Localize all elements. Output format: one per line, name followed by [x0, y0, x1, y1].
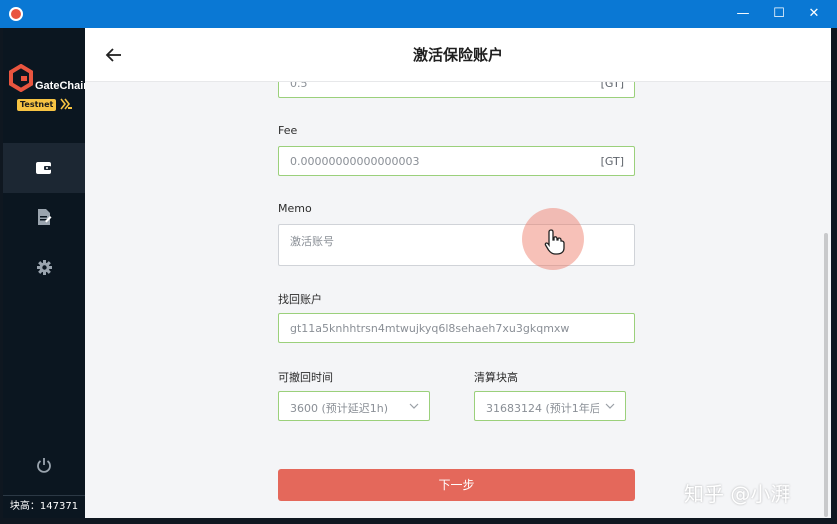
wallet-icon	[36, 162, 51, 174]
next-button[interactable]: 下一步	[278, 469, 635, 501]
chevron-down-icon	[409, 403, 419, 409]
recovery-account-value: gt11a5knhhtrsn4mtwujkyq6l8sehaeh7xu3gkqm…	[290, 322, 570, 335]
close-button[interactable]: ✕	[797, 0, 831, 28]
title-bar[interactable]: — ☐ ✕	[0, 0, 837, 28]
hand-cursor-icon	[544, 229, 565, 255]
revocation-time-label: 可撤回时间	[278, 371, 333, 384]
clearing-height-label: 清算块高	[474, 371, 518, 384]
fee-label: Fee	[278, 124, 298, 137]
minimize-button[interactable]: —	[726, 0, 760, 28]
recovery-account-label: 找回账户	[278, 293, 322, 306]
header-mask: 激活保险账户	[85, 28, 831, 82]
memo-label: Memo	[278, 202, 312, 215]
records-icon	[38, 209, 52, 225]
app-icon	[9, 7, 23, 21]
revocation-time-select[interactable]: 3600 (预计延迟1h)	[278, 391, 430, 421]
settings-icon	[36, 259, 52, 275]
page-title: 激活保险账户	[412, 46, 503, 64]
clearing-height-value: 31683124 (预计1年后清	[486, 402, 599, 415]
fee-input[interactable]: 0.00000000000000003 [GT]	[278, 146, 635, 176]
nav-power[interactable]	[3, 440, 85, 490]
clearing-height-select[interactable]: 31683124 (预计1年后清	[474, 391, 626, 421]
revocation-time-value: 3600 (预计延迟1h)	[290, 402, 389, 415]
gatechain-logo-icon	[9, 64, 33, 92]
fee-value: 0.00000000000000003	[290, 155, 420, 168]
chevron-down-icon	[605, 403, 615, 409]
network-badge: Testnet	[17, 99, 57, 111]
recovery-account-input[interactable]: gt11a5knhhtrsn4mtwujkyq6l8sehaeh7xu3gkqm…	[278, 313, 635, 343]
maximize-button[interactable]: ☐	[762, 0, 796, 28]
main-content: 激活保险账户 0.5 [GT] 激活保险账户 Fee 0.00000000000…	[85, 28, 831, 518]
watermark: 知乎 @小湃	[684, 482, 791, 506]
power-icon	[37, 458, 51, 473]
brand-name: GateChain	[35, 80, 91, 92]
memo-placeholder: 激活账号	[290, 235, 334, 248]
coins-icon	[60, 98, 72, 110]
nav-wallet[interactable]	[3, 143, 85, 193]
nav-records[interactable]	[3, 192, 85, 242]
sidebar: GateChain Testnet 块高：147371	[3, 28, 90, 518]
scrollbar[interactable]	[824, 233, 828, 517]
block-height: 块高：147371	[3, 495, 85, 517]
nav-settings[interactable]	[3, 242, 85, 292]
app-window: — ☐ ✕ GateChain Testnet 块高：147371 0.5 [G…	[0, 0, 837, 524]
fee-unit: [GT]	[600, 155, 624, 168]
